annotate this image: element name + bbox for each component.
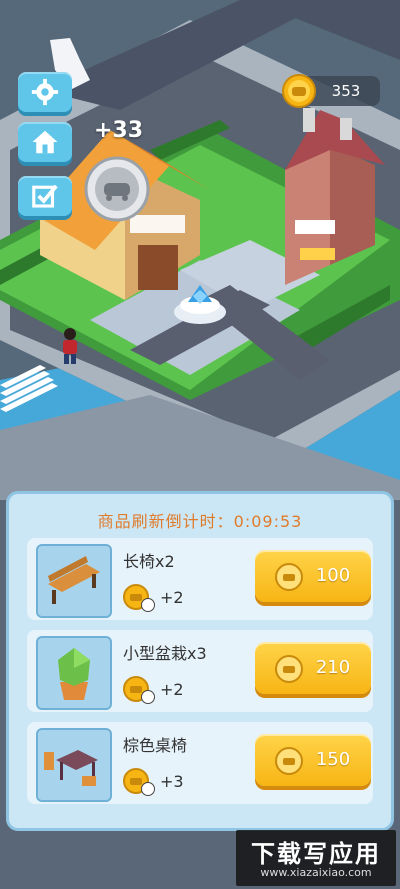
buy-button[interactable]: 150 [255, 734, 371, 786]
shop-panel: 商品刷新倒计时：0:09:53 长椅x2 +2 100 小型盆栽x3 +2 21… [6, 491, 394, 831]
tasks-button[interactable] [18, 176, 72, 216]
clock-icon [141, 690, 155, 704]
table-chairs-icon [36, 728, 112, 802]
potted-plant-icon [36, 636, 112, 710]
clock-icon [141, 782, 155, 796]
home-button[interactable] [18, 122, 72, 162]
item-price: 150 [315, 749, 351, 770]
settings-button[interactable] [18, 72, 72, 112]
bench-icon [36, 544, 112, 618]
shop-item-row: 棕色桌椅 +3 150 [27, 722, 373, 804]
coin-icon [275, 563, 303, 591]
gear-icon [31, 78, 59, 106]
coin-count: 353 [331, 82, 361, 100]
item-name: 小型盆栽x3 [123, 644, 207, 663]
watermark-logo: 下载写应用 www.xiazaixiao.com [236, 830, 396, 886]
shop-item-row: 小型盆栽x3 +2 210 [27, 630, 373, 712]
coin-icon [275, 747, 303, 775]
coin-icon [275, 655, 303, 683]
item-reward: +2 [160, 588, 184, 607]
item-name: 棕色桌椅 [123, 736, 188, 755]
collect-coin-button[interactable] [84, 156, 150, 222]
clock-icon [141, 598, 155, 612]
buy-button[interactable]: 210 [255, 642, 371, 694]
watermark-url: www.xiazaixiao.com [260, 866, 372, 879]
coin-icon [282, 74, 316, 108]
shop-item-row: 长椅x2 +2 100 [27, 538, 373, 620]
income-gain-label: +33 [94, 118, 144, 143]
item-name: 长椅x2 [123, 552, 175, 571]
item-price: 100 [315, 565, 351, 586]
refresh-countdown: 商品刷新倒计时：0:09:53 [97, 512, 303, 531]
watermark-title: 下载写应用 [251, 840, 381, 868]
item-reward: +2 [160, 680, 184, 699]
buy-button[interactable]: 100 [255, 550, 371, 602]
item-price: 210 [315, 657, 351, 678]
home-icon [32, 130, 58, 154]
item-reward: +3 [160, 772, 184, 791]
checkbox-icon [32, 184, 58, 208]
